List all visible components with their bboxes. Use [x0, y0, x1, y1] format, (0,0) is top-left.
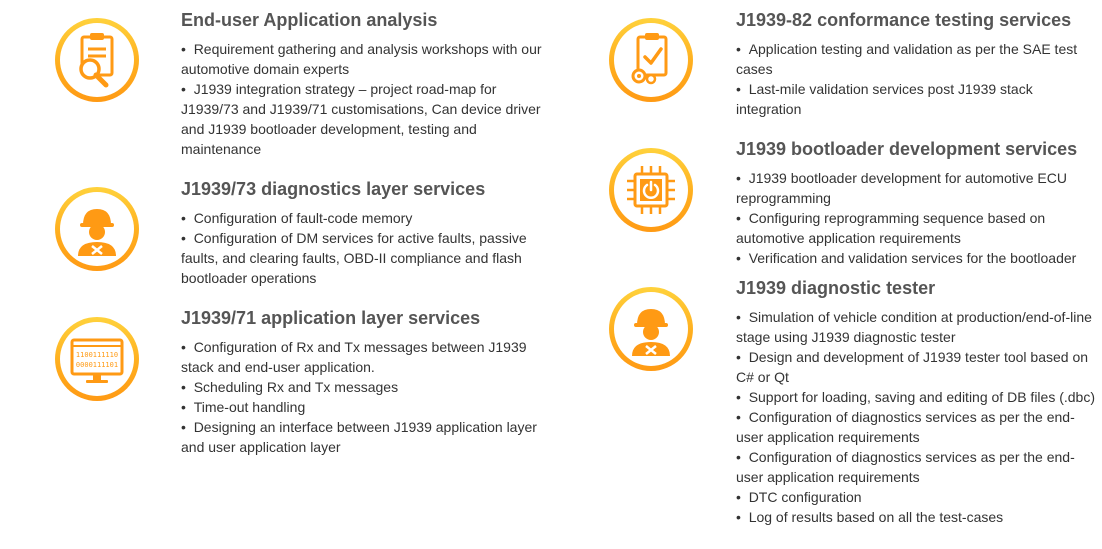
icon-circle-diagnostics-layer [55, 187, 139, 271]
service-bootloader: J1939 bootloader development services J1… [736, 138, 1098, 268]
service-list: Configuration of fault-code memory Confi… [181, 208, 551, 288]
service-conformance-testing: J1939-82 conformance testing services Ap… [736, 9, 1098, 119]
service-list: Application testing and validation as pe… [736, 39, 1098, 119]
service-title: End-user Application analysis [181, 10, 438, 30]
list-item: Designing an interface between J1939 app… [181, 417, 551, 457]
service-diagnostics-layer: J1939/73 diagnostics layer services Conf… [181, 178, 551, 288]
list-item: Configuration of diagnostics services as… [736, 407, 1100, 447]
service-list: Requirement gathering and analysis works… [181, 39, 551, 159]
engineer-icon [78, 209, 116, 256]
list-item: Configuring reprogramming sequence based… [736, 208, 1098, 248]
list-item: Last-mile validation services post J1939… [736, 79, 1098, 119]
list-item: Configuration of DM services for active … [181, 228, 551, 288]
list-item: Scheduling Rx and Tx messages [181, 377, 551, 397]
service-diagnostic-tester: J1939 diagnostic tester Simulation of ve… [736, 277, 1100, 527]
service-title: J1939 bootloader development services [736, 139, 1078, 159]
list-item: Requirement gathering and analysis works… [181, 39, 551, 79]
service-list: Simulation of vehicle condition at produ… [736, 307, 1100, 527]
icon-circle-application-layer: 1100111110 0000111101 [55, 317, 139, 401]
list-item: Application testing and validation as pe… [736, 39, 1098, 79]
list-item: Configuration of fault-code memory [181, 208, 551, 228]
list-item: Support for loading, saving and editing … [736, 387, 1100, 407]
list-item: J1939 bootloader development for automot… [736, 168, 1098, 208]
list-item: Design and development of J1939 tester t… [736, 347, 1100, 387]
service-title: J1939 diagnostic tester [736, 278, 936, 298]
list-item: Log of results based on all the test-cas… [736, 507, 1100, 527]
icon-circle-application-analysis [55, 18, 139, 102]
engineer-icon [632, 309, 670, 356]
list-item: Configuration of Rx and Tx messages betw… [181, 337, 551, 377]
clipboard-check-icon [631, 33, 668, 85]
list-item: Simulation of vehicle condition at produ… [736, 307, 1100, 347]
list-item: Time-out handling [181, 397, 551, 417]
service-list: J1939 bootloader development for automot… [736, 168, 1098, 268]
svg-text:0000111101: 0000111101 [76, 361, 118, 369]
svg-text:1100111110: 1100111110 [76, 351, 118, 359]
icon-circle-diagnostic-tester [609, 287, 693, 371]
document-magnifier-icon [79, 33, 114, 88]
icon-circle-bootloader [609, 148, 693, 232]
service-title: J1939-82 conformance testing services [736, 10, 1072, 30]
list-item: Verification and validation services for… [736, 248, 1098, 268]
service-title: J1939/71 application layer services [181, 308, 481, 328]
service-application-analysis: End-user Application analysis Requiremen… [181, 9, 551, 159]
list-item: J1939 integration strategy – project roa… [181, 79, 551, 159]
service-application-layer: J1939/71 application layer services Conf… [181, 307, 551, 457]
service-list: Configuration of Rx and Tx messages betw… [181, 337, 551, 457]
list-item: Configuration of diagnostics services as… [736, 447, 1100, 487]
chip-power-icon [627, 166, 675, 214]
binary-monitor-icon: 1100111110 0000111101 [70, 338, 124, 383]
icon-circle-conformance-testing [609, 18, 693, 102]
list-item: DTC configuration [736, 487, 1100, 507]
service-title: J1939/73 diagnostics layer services [181, 179, 486, 199]
